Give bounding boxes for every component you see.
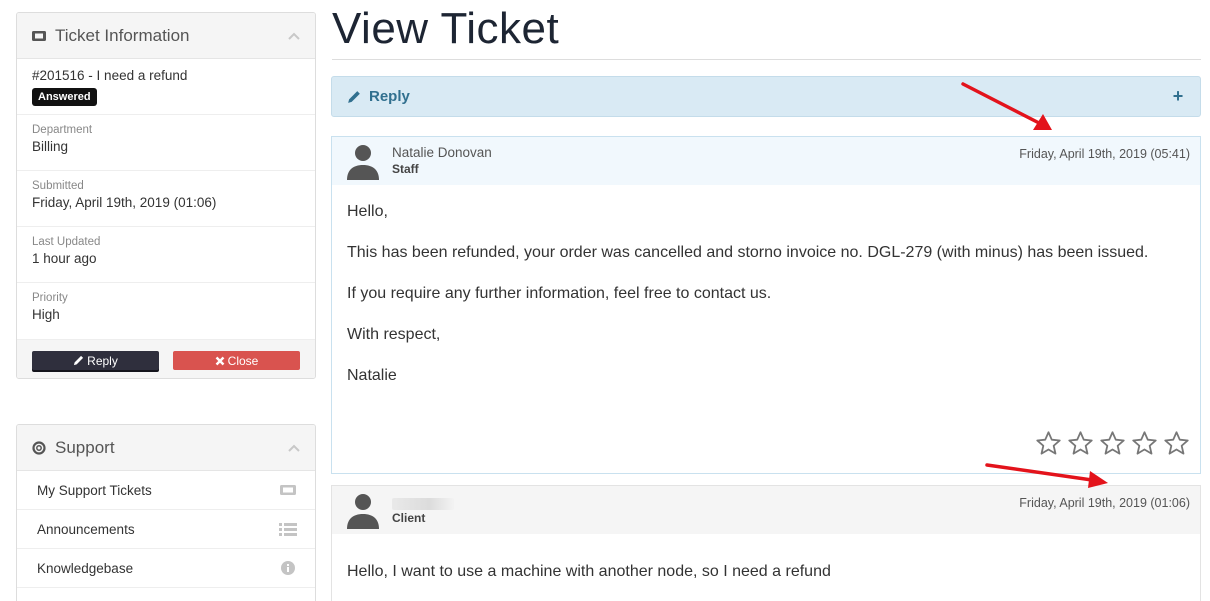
priority-value: High xyxy=(32,307,60,322)
last-updated-label: Last Updated xyxy=(32,236,101,248)
message-paragraph: Hello, xyxy=(347,203,388,220)
message-role: Client xyxy=(392,511,426,525)
support-item-announcements[interactable]: Announcements xyxy=(17,510,315,549)
status-badge: Answered xyxy=(32,88,97,106)
close-button-label: Close xyxy=(227,353,259,368)
priority-row: Priority High xyxy=(17,283,315,339)
message-date: Friday, April 19th, 2019 (01:06) xyxy=(1019,496,1190,510)
star-icon[interactable] xyxy=(1035,430,1062,457)
ticket-subject-row: #201516 - I need a refund Answered xyxy=(17,59,315,115)
ticket-information-header[interactable]: Ticket Information xyxy=(17,13,315,59)
list-icon xyxy=(279,522,297,536)
page-title: View Ticket xyxy=(332,4,560,53)
department-value: Billing xyxy=(32,139,69,154)
department-label: Department xyxy=(32,124,93,136)
submitted-value: Friday, April 19th, 2019 (01:06) xyxy=(32,195,217,210)
last-updated-value: 1 hour ago xyxy=(32,251,97,266)
ticket-information-title: Ticket Information xyxy=(55,25,190,45)
message-paragraph: With respect, xyxy=(347,326,441,343)
reply-button[interactable]: Reply xyxy=(32,351,159,370)
reply-bar[interactable]: Reply + xyxy=(331,76,1201,117)
message-date: Friday, April 19th, 2019 (05:41) xyxy=(1019,147,1190,161)
message-paragraph: Natalie xyxy=(347,367,397,384)
life-ring-icon xyxy=(31,440,47,456)
support-panel: Support My Support Tickets Announcements… xyxy=(16,424,316,601)
ticket-subject: #201516 - I need a refund xyxy=(32,68,188,83)
expand-reply-button[interactable]: + xyxy=(1171,86,1185,107)
star-icon[interactable] xyxy=(1163,430,1190,457)
department-row: Department Billing xyxy=(17,115,315,171)
message-role: Staff xyxy=(392,162,419,176)
reply-bar-label: Reply xyxy=(369,88,410,105)
message-body: Hello, I want to use a machine with anot… xyxy=(332,534,1200,583)
redacted-author-name xyxy=(392,498,454,510)
message-author-block: Client xyxy=(392,492,1019,525)
message-paragraph: If you require any further information, … xyxy=(347,285,772,302)
submitted-label: Submitted xyxy=(32,180,84,192)
staff-message: Natalie Donovan Staff Friday, April 19th… xyxy=(331,136,1201,474)
message-header: Natalie Donovan Staff Friday, April 19th… xyxy=(332,137,1200,185)
chevron-up-icon[interactable] xyxy=(287,441,301,455)
ticket-actions: Reply Close xyxy=(17,339,315,378)
ticket-information-panel: Ticket Information #201516 - I need a re… xyxy=(16,12,316,379)
submitted-row: Submitted Friday, April 19th, 2019 (01:0… xyxy=(17,171,315,227)
star-icon[interactable] xyxy=(1067,430,1094,457)
pencil-icon xyxy=(74,355,84,366)
support-item-my-tickets[interactable]: My Support Tickets xyxy=(17,471,315,510)
support-item-label: Knowledgebase xyxy=(37,560,134,576)
message-paragraph: Hello, I want to use a machine with anot… xyxy=(347,563,831,580)
support-item-label: Announcements xyxy=(37,521,135,537)
user-avatar-icon xyxy=(347,494,379,529)
support-item-label: My Support Tickets xyxy=(37,482,152,498)
chevron-up-icon[interactable] xyxy=(287,29,301,43)
title-divider xyxy=(332,59,1201,60)
client-message: Client Friday, April 19th, 2019 (01:06) … xyxy=(331,485,1201,601)
message-body: Hello, This has been refunded, your orde… xyxy=(332,185,1200,387)
last-updated-row: Last Updated 1 hour ago xyxy=(17,227,315,283)
support-header[interactable]: Support xyxy=(17,425,315,471)
reply-button-label: Reply xyxy=(87,353,118,368)
message-header: Client Friday, April 19th, 2019 (01:06) xyxy=(332,486,1200,534)
support-item-knowledgebase[interactable]: Knowledgebase xyxy=(17,549,315,588)
info-icon xyxy=(279,561,297,575)
ticket-icon xyxy=(279,483,297,497)
ticket-icon xyxy=(31,28,47,44)
support-title: Support xyxy=(55,437,115,457)
pencil-icon xyxy=(347,90,361,104)
rating-stars xyxy=(1035,430,1190,457)
star-icon[interactable] xyxy=(1131,430,1158,457)
message-paragraph: This has been refunded, your order was c… xyxy=(347,244,1149,261)
close-icon xyxy=(215,356,225,365)
priority-label: Priority xyxy=(32,292,68,304)
message-author: Natalie Donovan xyxy=(392,145,492,160)
user-avatar-icon xyxy=(347,145,379,180)
star-icon[interactable] xyxy=(1099,430,1126,457)
close-button[interactable]: Close xyxy=(173,351,300,370)
message-author-block: Natalie Donovan Staff xyxy=(392,143,1019,176)
